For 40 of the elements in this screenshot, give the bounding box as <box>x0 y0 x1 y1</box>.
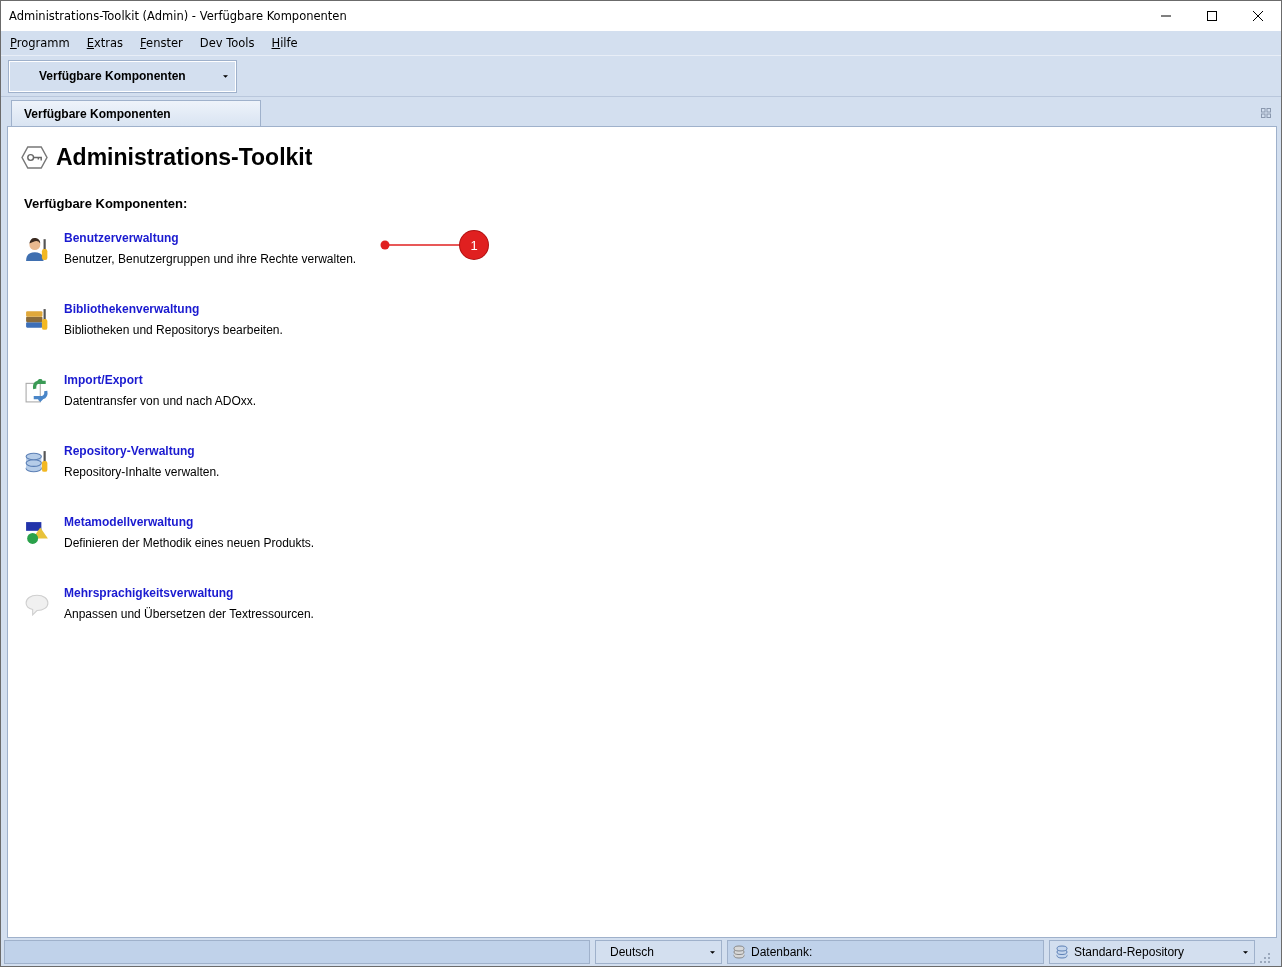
window-title: Administrations-Toolkit (Admin) - Verfügbare Komponenten <box>8 9 347 23</box>
resize-grip-icon[interactable] <box>1260 953 1270 963</box>
page-title: Administrations-Toolkit <box>56 144 313 171</box>
library-icon <box>25 308 49 332</box>
menu-item[interactable]: Dev Tools <box>199 36 255 50</box>
database-panel: Datenbank: <box>727 940 1044 964</box>
repository-icon <box>25 450 49 474</box>
language-icon <box>25 592 49 616</box>
component-description: Definieren der Methodik eines neuen Produkts. <box>64 536 315 550</box>
menu-item[interactable]: Fenster <box>140 36 183 50</box>
menu-item[interactable]: Hilfe <box>271 36 298 50</box>
user-icon <box>25 237 49 261</box>
import-icon <box>25 379 49 403</box>
caret-icon <box>1243 950 1248 954</box>
grid-icon[interactable] <box>1261 108 1271 118</box>
component-link[interactable]: Bibliothekenverwaltung <box>64 302 283 316</box>
component-dropdown[interactable]: Verfügbare Komponenten <box>8 59 237 93</box>
callout-badge: 1 <box>460 231 489 259</box>
database-icon <box>1056 945 1068 959</box>
language-dropdown[interactable]: Deutsch <box>595 940 722 964</box>
component-link[interactable]: Import/Export <box>64 373 257 387</box>
caret-icon <box>223 74 228 78</box>
metamodel-icon <box>25 521 49 545</box>
component-link[interactable]: Repository-Verwaltung <box>64 444 220 458</box>
component-description: Repository-Inhalte verwalten. <box>64 465 220 479</box>
repository-dropdown[interactable]: Standard-Repository <box>1049 940 1255 964</box>
menu-item[interactable]: Extras <box>86 36 124 50</box>
menu-item[interactable]: Programm <box>10 36 70 50</box>
caret-icon <box>710 950 715 954</box>
component-description: Benutzer, Benutzergruppen und ihre Rechte verwalten. <box>64 252 357 266</box>
component-description: Bibliotheken und Repositorys bearbeiten. <box>64 323 283 337</box>
component-link[interactable]: Benutzerverwaltung <box>64 231 357 245</box>
key-icon <box>21 146 48 169</box>
section-heading: Verfügbare Komponenten: <box>24 196 189 211</box>
database-icon <box>733 945 745 959</box>
component-description: Datentransfer von und nach ADOxx. <box>64 394 257 408</box>
component-link[interactable]: Mehrsprachigkeitsverwaltung <box>64 586 314 600</box>
component-description: Anpassen und Übersetzen der Textressourcen. <box>64 607 314 621</box>
tab[interactable]: Verfügbare Komponenten <box>11 100 261 126</box>
component-link[interactable]: Metamodellverwaltung <box>64 515 315 529</box>
